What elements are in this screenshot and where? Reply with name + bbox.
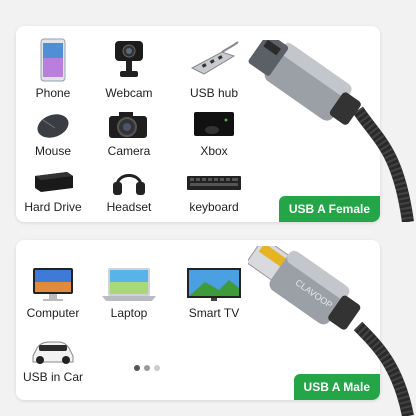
keyboard-icon <box>187 176 241 190</box>
device-headset: Headset <box>84 166 174 214</box>
device-laptop: Laptop <box>84 266 174 320</box>
device-xbox: Xbox <box>169 110 259 158</box>
device-camera: Camera <box>84 110 174 158</box>
headset-icon <box>113 174 145 195</box>
phone-icon <box>40 38 66 82</box>
car-icon <box>32 341 74 364</box>
xbox-icon <box>194 112 234 136</box>
mouse-icon <box>37 114 69 138</box>
carousel-dot-active[interactable] <box>134 365 140 371</box>
device-smart-tv: Smart TV <box>169 266 259 320</box>
usb-male-cable-icon: CLAVOOP <box>248 246 414 416</box>
laptop-icon <box>102 268 156 301</box>
usb-hub-icon <box>190 41 239 75</box>
computer-icon <box>33 268 73 301</box>
carousel-dot[interactable] <box>144 365 150 371</box>
camera-icon <box>109 112 147 138</box>
device-usb-in-car: USB in Car <box>16 336 98 384</box>
webcam-icon <box>115 41 143 77</box>
carousel-dot[interactable] <box>154 365 160 371</box>
device-webcam: Webcam <box>84 38 174 100</box>
smart-tv-icon <box>187 268 241 301</box>
device-usb-hub: USB hub <box>169 38 259 100</box>
carousel-dots <box>134 358 164 376</box>
device-keyboard: keyboard <box>169 166 259 214</box>
hard-drive-icon <box>35 172 73 192</box>
usb-female-cable-icon <box>248 40 414 222</box>
